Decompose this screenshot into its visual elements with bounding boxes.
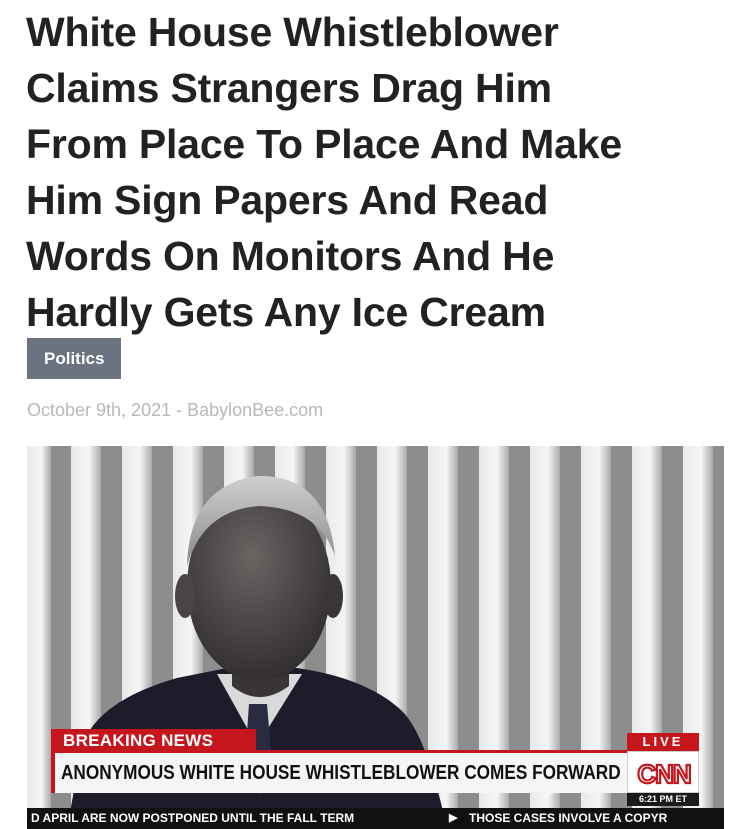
headline-line: Words On Monitors And He <box>26 233 555 279</box>
headline-chyron: ANONYMOUS WHITE HOUSE WHISTLEBLOWER COME… <box>51 753 627 793</box>
live-badge: LIVE <box>627 733 699 751</box>
broadcast-time: 6:21 PM ET <box>627 793 699 806</box>
network-logo: CNN <box>627 751 699 793</box>
news-ticker: D APRIL ARE NOW POSTPONED UNTIL THE FALL… <box>27 808 724 829</box>
chyron-text: ANONYMOUS WHITE HOUSE WHISTLEBLOWER COME… <box>61 762 621 784</box>
article-byline: October 9th, 2021 - BabylonBee.com <box>27 400 324 420</box>
headline-line: Hardly Gets Any Ice Cream <box>26 289 546 335</box>
network-logo-text: CNN <box>637 759 691 789</box>
cnn-logo-icon: CNN <box>636 758 693 790</box>
headline-line: Claims Strangers Drag Him <box>26 65 552 111</box>
headline-line: From Place To Place And Make <box>26 121 622 167</box>
news-broadcast-image: BREAKING NEWS LIVE ANONYMOUS WHITE HOUSE… <box>27 446 724 829</box>
ticker-arrow-icon: ▶ <box>449 812 458 824</box>
breaking-news-label: BREAKING NEWS <box>51 729 256 753</box>
ticker-item: THOSE CASES INVOLVE A COPYR <box>469 811 668 825</box>
headline-line: White House Whistleblower <box>26 9 559 55</box>
headline-line: Him Sign Papers And Read <box>26 177 549 223</box>
category-tag[interactable]: Politics <box>27 338 122 379</box>
breaking-news-bar: BREAKING NEWS <box>51 729 699 753</box>
ticker-item: D APRIL ARE NOW POSTPONED UNTIL THE FALL… <box>31 811 355 825</box>
article-headline: White House Whistleblower Claims Strange… <box>26 4 726 340</box>
